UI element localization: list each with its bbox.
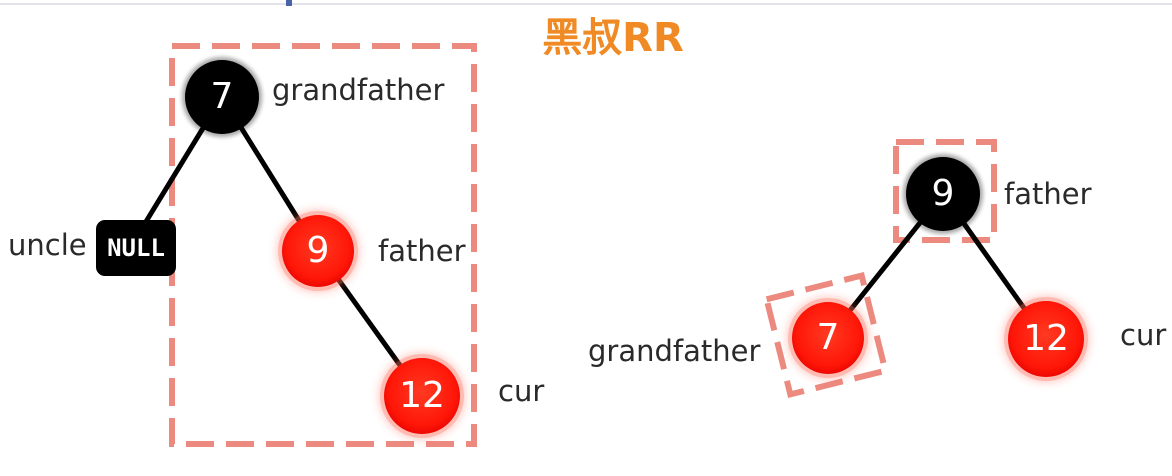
left-uncle-null-text: NULL	[107, 234, 165, 262]
right-cur-label: cur	[1120, 318, 1166, 352]
left-uncle-null-box: NULL	[96, 220, 176, 276]
left-tree: 7 NULL 9 12 grandfather uncle father cur	[8, 43, 544, 447]
right-father-value: 9	[932, 173, 955, 214]
left-father-value: 9	[307, 230, 330, 271]
left-father-label: father	[378, 234, 466, 268]
left-cur-node: 12	[380, 354, 464, 438]
right-cur-value: 12	[1023, 318, 1069, 359]
right-grandfather-value: 7	[817, 317, 840, 358]
left-cur-label: cur	[498, 374, 544, 408]
right-father-label: father	[1004, 177, 1092, 211]
left-grandfather-value: 7	[211, 76, 234, 117]
left-cur-value: 12	[399, 375, 445, 416]
top-accent-mark	[286, 0, 292, 6]
right-grandfather-node: 7	[788, 298, 868, 378]
left-grandfather-node: 7	[182, 57, 262, 137]
right-tree: 9 7 12 father grandfather cur	[588, 139, 1166, 399]
diagram-title: 黑叔RR	[542, 15, 684, 61]
right-cur-node: 12	[1004, 297, 1088, 381]
left-father-node: 9	[278, 211, 358, 291]
left-uncle-label: uncle	[8, 228, 87, 262]
red-black-tree-rr-rotation-diagram: 黑叔RR 7 NULL 9 12 grandfather uncle fathe…	[0, 0, 1172, 447]
left-grandfather-label: grandfather	[272, 73, 444, 107]
right-grandfather-label: grandfather	[588, 334, 760, 368]
right-father-node: 9	[903, 154, 983, 234]
